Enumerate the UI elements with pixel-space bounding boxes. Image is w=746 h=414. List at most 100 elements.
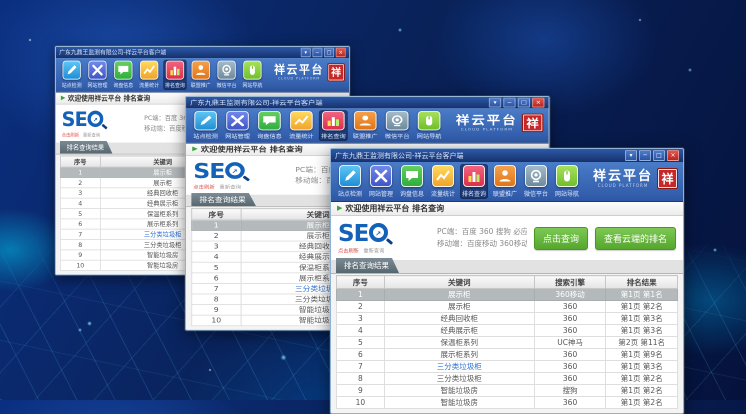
window-controls: ▾ ─ □ × <box>301 48 346 57</box>
cloud-ranking-button[interactable]: 查看云端的排名 <box>595 227 676 250</box>
toolbar-item-traffic[interactable]: 流量统计 <box>137 60 160 90</box>
toolbar-item-site-check[interactable]: 站点检测 <box>191 110 220 141</box>
cell-no: 3 <box>192 241 241 252</box>
toolbar-item-wechat[interactable]: 微信平台 <box>215 60 238 90</box>
tab-ranking-results[interactable]: 排名查询结果 <box>191 193 256 206</box>
window-controls: ▾ ─ □ × <box>489 98 545 108</box>
site-manage-icon <box>88 61 106 80</box>
toolbar-item-wechat[interactable]: 微信平台 <box>383 110 412 141</box>
toolbar-item-site-check[interactable]: 站点检测 <box>60 60 83 90</box>
close-button[interactable]: × <box>532 98 544 108</box>
toolbar-item-wechat[interactable]: 微信平台 <box>522 164 550 199</box>
toolbar-item-alliance[interactable]: 联盟推广 <box>491 164 519 199</box>
site-nav-icon <box>243 61 261 80</box>
cell-engine: UC神马 <box>534 337 606 349</box>
col-header-keyword[interactable]: 关键词 <box>384 276 534 289</box>
toolbar-item-inquiry[interactable]: 询盘信息 <box>112 60 135 90</box>
cell-engine: 360 <box>534 301 606 313</box>
query-button[interactable]: 点击查询 <box>534 227 588 250</box>
col-header-engine[interactable]: 搜索引擎 <box>534 276 606 289</box>
breadcrumb: 欢迎使用祥云平台 排名查询 <box>201 145 303 155</box>
cell-engine: 搜狗 <box>534 385 606 397</box>
inquiry-icon <box>114 61 132 80</box>
toolbar-item-ranking[interactable]: 排名查询 <box>163 60 186 90</box>
cell-engine: 360 <box>534 325 606 337</box>
site-manage-icon <box>370 165 392 187</box>
cell-rank: 第1页 第3名 <box>606 313 678 325</box>
toolbar-item-traffic[interactable]: 流量统计 <box>429 164 457 199</box>
table-row[interactable]: 10智能垃圾房360第1页 第2名 <box>337 397 678 409</box>
table-row[interactable]: 2展示柜360第1页 第2名 <box>337 301 678 313</box>
maximize-button[interactable]: □ <box>518 98 530 108</box>
tab-ranking-results[interactable]: 排名查询结果 <box>336 258 399 273</box>
cell-no: 3 <box>60 188 100 198</box>
table-row[interactable]: 6展示柜系列360第1页 第9名 <box>337 349 678 361</box>
table-row[interactable]: 8三分类垃圾柜360第1页 第2名 <box>337 373 678 385</box>
toolbar-item-alliance[interactable]: 联盟推广 <box>189 60 212 90</box>
col-header-no[interactable]: 序号 <box>60 156 100 167</box>
close-button[interactable]: × <box>667 150 679 161</box>
close-button[interactable]: × <box>336 48 346 57</box>
toolbar-item-inquiry[interactable]: 询盘信息 <box>398 164 426 199</box>
table-row[interactable]: 4经典展示柜360第1页 第3名 <box>337 325 678 337</box>
breadcrumb-bar: ▶ 欢迎使用祥云平台 排名查询 <box>331 202 683 216</box>
cell-no: 5 <box>337 337 385 349</box>
table-row[interactable]: 5保温柜系列UC神马第2页 第11名 <box>337 337 678 349</box>
toolbar-item-label: 网站管理 <box>88 81 108 89</box>
wechat-platform-icon <box>386 111 409 130</box>
col-header-no[interactable]: 序号 <box>192 208 241 219</box>
seo-logo-text: SE <box>338 222 368 246</box>
breadcrumb: 欢迎使用祥云平台 排名查询 <box>68 93 150 102</box>
toolbar-item-site-manage[interactable]: 网站管理 <box>86 60 109 90</box>
toolbar-item-site-manage[interactable]: 网站管理 <box>223 110 252 141</box>
table-row[interactable]: 3经典回收柜360第1页 第3名 <box>337 313 678 325</box>
alliance-promo-icon <box>354 111 377 130</box>
ranking-query-icon <box>463 165 485 187</box>
cell-rank: 第1页 第2名 <box>606 373 678 385</box>
toolbar-item-label: 微信平台 <box>217 81 237 89</box>
traffic-stats-icon <box>432 165 454 187</box>
table-row[interactable]: 7三分类垃圾柜360第1页 第3名 <box>337 361 678 373</box>
toolbar-item-inquiry[interactable]: 询盘信息 <box>255 110 284 141</box>
toolbar-item-traffic[interactable]: 流量统计 <box>287 110 316 141</box>
minimize-button[interactable]: ─ <box>312 48 322 57</box>
minimize-button[interactable]: ─ <box>639 150 651 161</box>
breadcrumb-icon: ▶ <box>337 205 342 212</box>
table-row[interactable]: 9智能垃圾房搜狗第1页 第2名 <box>337 385 678 397</box>
brand-seal-icon: 祥 <box>657 168 678 189</box>
cell-keyword: 经典回收柜 <box>384 313 534 325</box>
pin-button[interactable]: ▾ <box>301 48 311 57</box>
toolbar-item-ranking[interactable]: 排名查询 <box>319 110 348 141</box>
toolbar-item-site-nav[interactable]: 网站导航 <box>553 164 581 199</box>
cell-no: 6 <box>60 219 100 229</box>
app-window-3[interactable]: 广东九鼎王监测有限公司-祥云平台客户端 ▾ ─ □ × 站点检测 网站管理 <box>330 148 684 414</box>
maximize-button[interactable]: □ <box>653 150 665 161</box>
toolbar-item-site-nav[interactable]: 网站导航 <box>415 110 444 141</box>
title-bar[interactable]: 广东九鼎王监测有限公司-祥云平台客户端 ▾ ─ □ × <box>331 149 683 162</box>
toolbar-item-label: 流量统计 <box>139 81 159 89</box>
col-header-no[interactable]: 序号 <box>337 276 385 289</box>
pin-button[interactable]: ▾ <box>489 98 501 108</box>
toolbar-item-alliance[interactable]: 联盟推广 <box>351 110 380 141</box>
cell-no: 5 <box>60 208 100 218</box>
minimize-button[interactable]: ─ <box>503 98 515 108</box>
cell-keyword: 展示柜 <box>384 301 534 313</box>
toolbar-item-site-manage[interactable]: 网站管理 <box>367 164 395 199</box>
title-bar[interactable]: 广东九鼎王监测有限公司-祥云平台客户端 ▾ ─ □ × <box>186 97 549 108</box>
toolbar-item-site-nav[interactable]: 网站导航 <box>241 60 264 90</box>
brand-name: 祥云平台 <box>593 170 653 183</box>
col-header-rank[interactable]: 排名结果 <box>606 276 678 289</box>
pin-button[interactable]: ▾ <box>625 150 637 161</box>
brand-area: 祥云平台 CLOUD PLATFORM 祥 <box>274 60 345 82</box>
toolbar-item-site-check[interactable]: 站点检测 <box>336 164 364 199</box>
maximize-button[interactable]: □ <box>324 48 334 57</box>
tab-ranking-results[interactable]: 排名查询结果 <box>60 141 112 154</box>
brand-subtitle: CLOUD PLATFORM <box>593 183 653 188</box>
toolbar-item-label: 网站管理 <box>225 132 250 140</box>
title-bar[interactable]: 广东九鼎王监测有限公司-祥云平台客户端 ▾ ─ □ × <box>56 47 349 58</box>
table-row[interactable]: 1展示柜360移动第1页 第1名 <box>337 289 678 301</box>
cell-no: 7 <box>337 361 385 373</box>
toolbar-item-ranking[interactable]: 排名查询 <box>460 164 488 199</box>
cell-engine: 360 <box>534 373 606 385</box>
breadcrumb: 欢迎使用祥云平台 排名查询 <box>345 203 444 214</box>
